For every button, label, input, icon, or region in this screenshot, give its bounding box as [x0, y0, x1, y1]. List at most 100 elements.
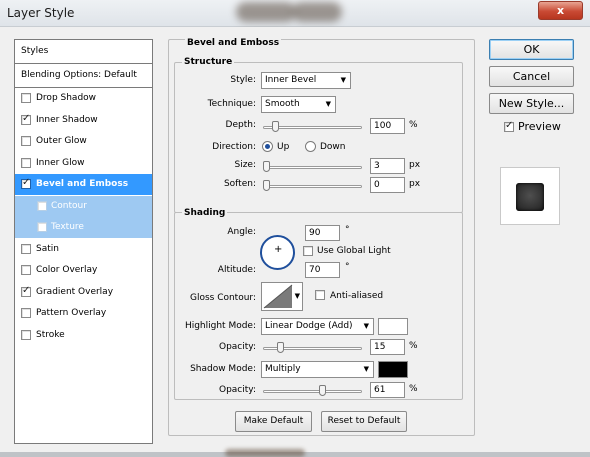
bevel-and-emboss-checkbox[interactable]: ✓: [21, 177, 31, 189]
shadow-opacity-label: Opacity:: [219, 385, 256, 395]
altitude-unit: °: [345, 262, 350, 272]
depth-input[interactable]: 100: [370, 118, 405, 134]
blending-options[interactable]: Blending Options: Default: [15, 64, 152, 88]
sidebar-item-satin[interactable]: Satin: [15, 239, 152, 260]
depth-label: Depth:: [225, 120, 256, 130]
direction-down-radio[interactable]: [305, 141, 316, 152]
style-label: Style:: [230, 75, 256, 85]
sidebar-item-color-overlay[interactable]: Color Overlay: [15, 260, 152, 281]
background-blur: [292, 2, 342, 22]
window-title: Layer Style: [7, 6, 75, 20]
shading-title: Shading: [182, 208, 228, 218]
sidebar-item-bevel-and-emboss[interactable]: ✓ Bevel and Emboss: [15, 174, 152, 195]
chevron-down-icon: ▼: [325, 100, 331, 108]
chevron-down-icon: ▼: [363, 365, 369, 373]
stroke-checkbox[interactable]: [21, 329, 31, 340]
highlight-opacity-input[interactable]: 15: [370, 339, 405, 355]
sidebar-item-label: Color Overlay: [36, 265, 98, 275]
layer-style-dialog: Styles Blending Options: Default Drop Sh…: [0, 27, 590, 452]
make-default-button[interactable]: Make Default: [235, 411, 312, 432]
styles-header[interactable]: Styles: [15, 40, 152, 64]
anti-aliased-checkbox[interactable]: [315, 290, 325, 300]
depth-unit: %: [409, 120, 418, 130]
background-blur: [236, 2, 296, 22]
reset-default-button[interactable]: Reset to Default: [321, 411, 407, 432]
gloss-contour-picker[interactable]: ▼: [261, 282, 303, 311]
sidebar-item-label: Pattern Overlay: [36, 308, 107, 318]
sidebar-item-contour[interactable]: Contour: [15, 195, 152, 217]
sidebar-item-label: Inner Shadow: [36, 114, 98, 125]
sidebar-item-pattern-overlay[interactable]: Pattern Overlay: [15, 303, 152, 324]
size-unit: px: [409, 160, 421, 170]
technique-dropdown[interactable]: Smooth ▼: [261, 96, 336, 113]
sidebar-item-drop-shadow[interactable]: Drop Shadow: [15, 88, 152, 109]
cancel-button[interactable]: Cancel: [489, 66, 574, 87]
satin-checkbox[interactable]: [21, 243, 31, 254]
title-bar: Layer Style x: [0, 0, 590, 27]
sidebar-item-texture[interactable]: Texture: [15, 217, 152, 238]
style-dropdown[interactable]: Inner Bevel ▼: [261, 72, 351, 89]
sidebar-item-gradient-overlay[interactable]: ✓ Gradient Overlay: [15, 282, 152, 303]
styles-list: Styles Blending Options: Default Drop Sh…: [14, 39, 153, 444]
chevron-down-icon: ▼: [363, 322, 369, 330]
depth-slider-thumb[interactable]: [272, 121, 280, 132]
shadow-opacity-thumb[interactable]: [319, 385, 327, 396]
sidebar-item-label: Bevel and Emboss: [36, 179, 129, 189]
size-slider-thumb[interactable]: [263, 161, 270, 172]
altitude-input[interactable]: 70: [305, 262, 340, 278]
styles-header-label: Styles: [21, 46, 49, 56]
inner-glow-checkbox[interactable]: [21, 157, 31, 168]
highlight-mode-dropdown[interactable]: Linear Dodge (Add) ▼: [261, 318, 374, 335]
sidebar-item-label: Contour: [51, 200, 87, 211]
highlight-opacity-label: Opacity:: [219, 342, 256, 352]
soften-input[interactable]: 0: [370, 177, 405, 193]
soften-unit: px: [409, 179, 421, 189]
direction-up-radio[interactable]: [262, 141, 273, 152]
outer-glow-checkbox[interactable]: [21, 136, 31, 146]
drop-shadow-checkbox[interactable]: [21, 93, 31, 103]
shadow-color-swatch[interactable]: [378, 361, 408, 378]
shadow-opacity-unit: %: [409, 384, 418, 394]
highlight-opacity-thumb[interactable]: [276, 342, 284, 353]
checkmark-icon: ✓: [22, 284, 31, 296]
shadow-mode-dropdown[interactable]: Multiply ▼: [261, 361, 374, 378]
shadow-mode-value: Multiply: [265, 364, 301, 374]
sidebar-item-inner-glow[interactable]: Inner Glow: [15, 153, 152, 174]
sidebar-item-inner-shadow[interactable]: ✓ Inner Shadow: [15, 110, 152, 131]
gradient-overlay-checkbox[interactable]: ✓: [21, 284, 31, 297]
size-input[interactable]: 3: [370, 158, 405, 174]
sidebar-item-stroke[interactable]: Stroke: [15, 325, 152, 346]
soften-slider-thumb[interactable]: [263, 180, 270, 191]
highlight-color-swatch[interactable]: [378, 318, 408, 335]
crosshair-icon: +: [274, 244, 283, 255]
angle-dial[interactable]: +: [260, 235, 295, 270]
new-style-button[interactable]: New Style...: [489, 93, 574, 114]
shadow-opacity-input[interactable]: 61: [370, 382, 405, 398]
direction-up-label: Up: [277, 142, 290, 152]
angle-input[interactable]: 90: [305, 225, 340, 241]
technique-value: Smooth: [265, 99, 300, 109]
sidebar-item-label: Gradient Overlay: [36, 286, 114, 297]
ok-button[interactable]: OK: [489, 39, 574, 60]
inner-shadow-checkbox[interactable]: ✓: [21, 113, 31, 125]
pattern-overlay-checkbox[interactable]: [21, 308, 31, 318]
shadow-opacity-slider[interactable]: [263, 390, 362, 393]
contour-curve-icon: [263, 284, 293, 309]
size-slider[interactable]: [263, 166, 362, 169]
angle-unit: °: [345, 225, 350, 235]
section-title: Bevel and Emboss: [185, 38, 282, 48]
contour-checkbox[interactable]: [37, 200, 47, 211]
highlight-opacity-unit: %: [409, 341, 418, 351]
texture-checkbox[interactable]: [37, 222, 47, 232]
style-preview: [500, 167, 560, 225]
chevron-down-icon: ▼: [340, 76, 346, 84]
altitude-label: Altitude:: [217, 265, 256, 275]
soften-slider[interactable]: [263, 185, 362, 188]
style-value: Inner Bevel: [265, 75, 317, 85]
preview-checkbox[interactable]: ✓: [504, 120, 514, 132]
sidebar-item-outer-glow[interactable]: Outer Glow: [15, 131, 152, 152]
color-overlay-checkbox[interactable]: [21, 265, 31, 275]
close-button[interactable]: x: [538, 1, 583, 20]
global-light-checkbox[interactable]: [303, 246, 313, 256]
highlight-mode-label: Highlight Mode:: [184, 321, 256, 331]
